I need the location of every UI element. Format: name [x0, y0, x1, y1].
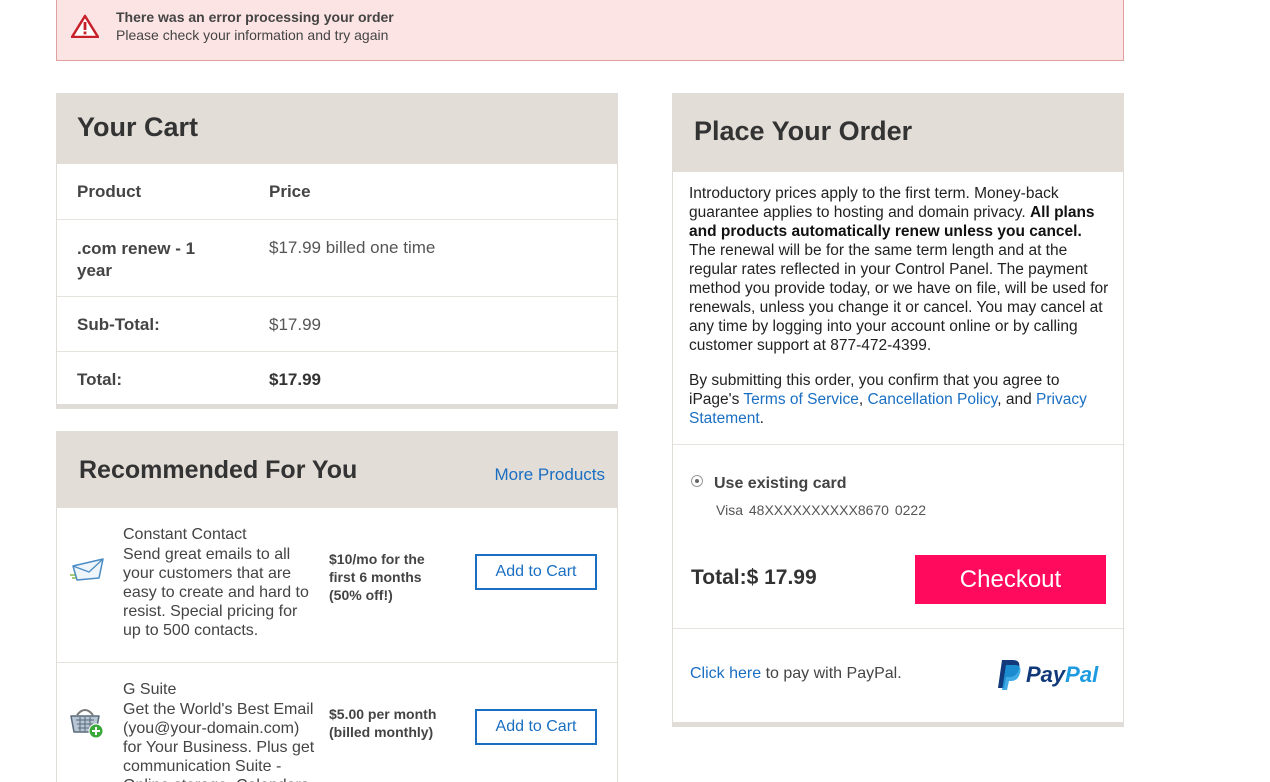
paypal-click-here-link[interactable]: Click here — [690, 665, 761, 682]
warning-icon — [71, 14, 99, 38]
recommended-header: Recommended For You More Products — [57, 432, 617, 508]
comma: , — [858, 391, 864, 408]
add-to-cart-button[interactable]: Add to Cart — [475, 554, 597, 590]
period: . — [759, 410, 764, 427]
product-price: $5.00 per month (billed monthly) — [329, 706, 437, 740]
agreement-text: By submitting this order, you confirm th… — [689, 371, 1109, 428]
terms-details: The renewal will be for the same term le… — [689, 242, 1109, 354]
cart-header: Your Cart — [57, 94, 617, 164]
paypal-text: to pay with PayPal. — [765, 665, 902, 682]
error-message: Please check your information and try ag… — [116, 27, 389, 43]
recommended-panel: Recommended For You More Products Consta… — [56, 431, 618, 782]
cart-panel: Your Cart Product Price .com renew - 1 y… — [56, 93, 618, 409]
total-value: $17.99 — [269, 370, 321, 389]
terms-intro: Introductory prices apply to the first t… — [689, 185, 1059, 221]
product-name: G Suite — [123, 681, 177, 698]
checkout-button[interactable]: Checkout — [915, 555, 1106, 604]
place-order-panel: Place Your Order Introductory prices app… — [672, 93, 1124, 727]
error-title: There was an error processing your order — [116, 9, 394, 25]
price-column-header: Price — [269, 182, 311, 201]
product-description: Get the World's Best Email (you@your-dom… — [123, 701, 315, 782]
paypal-logo[interactable]: PayPal — [996, 659, 1111, 691]
cart-table-header: Product Price — [57, 164, 617, 219]
order-total: Total:$ 17.99 — [691, 566, 817, 589]
subtotal-value: $17.99 — [269, 315, 321, 334]
total-label: Total: — [77, 370, 123, 389]
terms-of-service-link[interactable]: Terms of Service — [743, 391, 858, 408]
cart-item-product: .com renew - 1 year — [77, 239, 196, 280]
basket-add-icon — [70, 709, 104, 739]
divider — [673, 628, 1123, 629]
more-products-link[interactable]: More Products — [494, 465, 605, 485]
product-column-header: Product — [77, 182, 142, 201]
total-row: Total: $17.99 — [57, 351, 617, 406]
cancellation-policy-link[interactable]: Cancellation Policy — [867, 391, 997, 408]
order-terms: Introductory prices apply to the first t… — [689, 184, 1109, 444]
subtotal-label: Sub-Total: — [77, 315, 160, 334]
add-to-cart-button[interactable]: Add to Cart — [475, 709, 597, 745]
list-item: G Suite Get the World's Best Email (you@… — [57, 663, 617, 782]
paypal-wordmark: PayPal — [1026, 662, 1099, 687]
use-existing-card-label[interactable]: Use existing card — [714, 475, 847, 493]
recommended-title: Recommended For You — [79, 456, 358, 484]
and-text: , and — [997, 391, 1032, 408]
use-existing-card-radio[interactable] — [691, 475, 703, 487]
product-name: Constant Contact — [123, 526, 247, 543]
cart-item-price: $17.99 billed one time — [269, 238, 436, 257]
product-price: $10/mo for the first 6 months (50% off!) — [329, 551, 425, 603]
error-banner: There was an error processing your order… — [56, 0, 1124, 61]
table-row: .com renew - 1 year $17.99 billed one ti… — [57, 219, 617, 296]
list-item: Constant Contact Send great emails to al… — [57, 508, 617, 663]
divider — [673, 444, 1123, 445]
paypal-option: Click here to pay with PayPal. — [690, 665, 902, 683]
order-title: Place Your Order — [694, 116, 913, 146]
paypal-p-icon — [998, 660, 1021, 690]
product-description: Send great emails to all your customers … — [123, 546, 309, 639]
cart-title: Your Cart — [77, 112, 199, 142]
subtotal-row: Sub-Total: $17.99 — [57, 296, 617, 351]
envelope-icon — [70, 558, 104, 581]
order-header: Place Your Order — [673, 94, 1123, 172]
card-details: Visa 48XXXXXXXXXX8670 0222 — [716, 502, 927, 518]
renewal-terms: Introductory prices apply to the first t… — [689, 184, 1109, 355]
